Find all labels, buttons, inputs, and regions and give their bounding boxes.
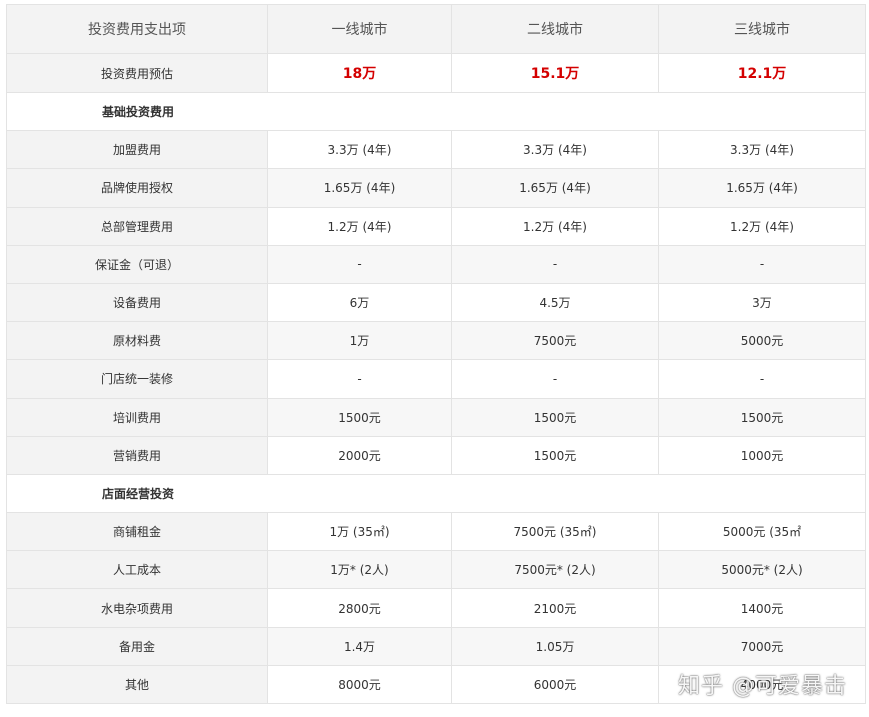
estimate-row: 投资费用预估 18万 15.1万 12.1万	[6, 53, 866, 93]
row-label: 水电杂项费用	[6, 588, 268, 628]
estimate-tier3: 12.1万	[658, 53, 866, 93]
section-header-operations: 店面经营投资	[6, 473, 866, 514]
estimate-label: 投资费用预估	[6, 53, 268, 93]
cell-tier3: 1.65万 (4年)	[658, 168, 866, 208]
cell-tier2: 3.3万 (4年)	[451, 130, 659, 170]
cell-tier1: 1.4万	[267, 626, 452, 666]
table-row: 品牌使用授权 1.65万 (4年) 1.65万 (4年) 1.65万 (4年)	[6, 168, 866, 208]
cell-tier2: 1.65万 (4年)	[451, 168, 659, 208]
cell-tier3: 1500元	[658, 397, 866, 437]
cell-tier2: -	[451, 244, 659, 284]
zhihu-watermark: 知乎 @可爱暴击	[678, 674, 847, 699]
section-title: 基础投资费用	[6, 91, 866, 132]
cell-tier1: 1.2万 (4年)	[267, 206, 452, 246]
cell-tier3: 1000元	[658, 435, 866, 475]
table-row: 原材料费 1万 7500元 5000元	[6, 321, 866, 361]
cell-tier3: 3.3万 (4年)	[658, 130, 866, 170]
cell-tier3: 1400元	[658, 588, 866, 628]
cell-tier1: 1万	[267, 321, 452, 361]
cell-tier1: 3.3万 (4年)	[267, 130, 452, 170]
table-row: 门店统一装修 - - -	[6, 359, 866, 399]
row-label: 培训费用	[6, 397, 268, 437]
cell-tier2: 1.2万 (4年)	[451, 206, 659, 246]
section-title: 店面经营投资	[6, 473, 866, 514]
cell-tier3: 3万	[658, 282, 866, 323]
row-label: 人工成本	[6, 550, 268, 590]
table-header-row: 投资费用支出项 一线城市 二线城市 三线城市	[6, 4, 866, 54]
header-tier1-city: 一线城市	[267, 4, 452, 54]
table-row: 加盟费用 3.3万 (4年) 3.3万 (4年) 3.3万 (4年)	[6, 130, 866, 170]
row-label: 设备费用	[6, 282, 268, 323]
cell-tier2: 1500元	[451, 397, 659, 437]
table-row: 商铺租金 1万 (35㎡) 7500元 (35㎡) 5000元 (35㎡	[6, 512, 866, 552]
cell-tier3: 5000元 (35㎡	[658, 512, 866, 552]
cell-tier2: 7500元	[451, 321, 659, 361]
cell-tier2: 2100元	[451, 588, 659, 628]
cell-tier1: 1500元	[267, 397, 452, 437]
estimate-tier2: 15.1万	[451, 53, 659, 93]
cell-tier2: 1.05万	[451, 626, 659, 666]
cell-tier3: -	[658, 244, 866, 284]
cell-tier3: 1.2万 (4年)	[658, 206, 866, 246]
cell-tier2: 1500元	[451, 435, 659, 475]
row-label: 原材料费	[6, 321, 268, 361]
row-label: 其他	[6, 664, 268, 705]
table-row: 培训费用 1500元 1500元 1500元	[6, 397, 866, 437]
cell-tier1: 2800元	[267, 588, 452, 628]
cell-tier1: 6万	[267, 282, 452, 323]
table-row: 人工成本 1万* (2人) 7500元* (2人) 5000元* (2人)	[6, 550, 866, 590]
cell-tier1: 1万* (2人)	[267, 550, 452, 590]
header-tier2-city: 二线城市	[451, 4, 659, 54]
cell-tier1: -	[267, 244, 452, 284]
cell-tier1: 8000元	[267, 664, 452, 705]
investment-cost-table: 投资费用支出项 一线城市 二线城市 三线城市 投资费用预估 18万 15.1万 …	[6, 4, 866, 705]
table-row: 备用金 1.4万 1.05万 7000元	[6, 626, 866, 666]
header-cost-item: 投资费用支出项	[6, 4, 268, 54]
cell-tier2: 7500元 (35㎡)	[451, 512, 659, 552]
row-label: 备用金	[6, 626, 268, 666]
cell-tier2: -	[451, 359, 659, 399]
cell-tier2: 4.5万	[451, 282, 659, 323]
table-row: 总部管理费用 1.2万 (4年) 1.2万 (4年) 1.2万 (4年)	[6, 206, 866, 246]
table-row: 营销费用 2000元 1500元 1000元	[6, 435, 866, 475]
cell-tier1: 2000元	[267, 435, 452, 475]
row-label: 营销费用	[6, 435, 268, 475]
cell-tier3: 5000元	[658, 321, 866, 361]
row-label: 加盟费用	[6, 130, 268, 170]
section-header-basic: 基础投资费用	[6, 91, 866, 132]
cell-tier1: -	[267, 359, 452, 399]
cell-tier2: 6000元	[451, 664, 659, 705]
header-tier3-city: 三线城市	[658, 4, 866, 54]
cell-tier1: 1.65万 (4年)	[267, 168, 452, 208]
table-row: 设备费用 6万 4.5万 3万	[6, 282, 866, 323]
cell-tier3: 5000元* (2人)	[658, 550, 866, 590]
cell-tier2: 7500元* (2人)	[451, 550, 659, 590]
row-label: 商铺租金	[6, 512, 268, 552]
estimate-tier1: 18万	[267, 53, 452, 93]
row-label: 总部管理费用	[6, 206, 268, 246]
table-row: 保证金（可退） - - -	[6, 244, 866, 284]
table-row: 水电杂项费用 2800元 2100元 1400元	[6, 588, 866, 628]
cell-tier1: 1万 (35㎡)	[267, 512, 452, 552]
row-label: 品牌使用授权	[6, 168, 268, 208]
row-label: 保证金（可退）	[6, 244, 268, 284]
cell-tier3: 7000元	[658, 626, 866, 666]
cell-tier3: -	[658, 359, 866, 399]
row-label: 门店统一装修	[6, 359, 268, 399]
